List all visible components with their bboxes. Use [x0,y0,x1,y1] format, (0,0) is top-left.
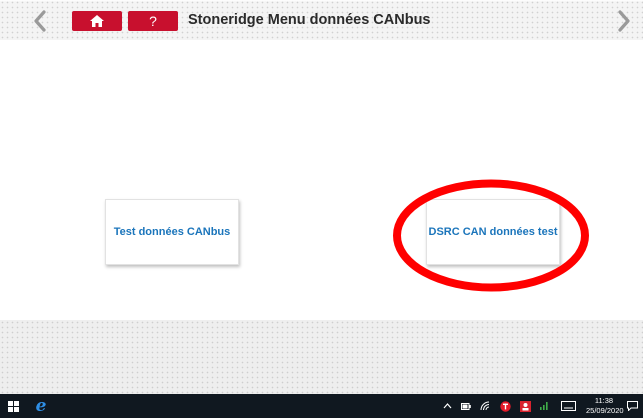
chevron-left-icon [34,10,46,32]
home-button[interactable] [72,11,122,31]
help-button[interactable]: ? [128,11,178,31]
windows-start-icon [7,400,19,412]
edge-browser-button[interactable]: e [28,394,54,418]
network-status[interactable] [537,394,551,418]
dsrc-can-data-test-button[interactable]: DSRC CAN données test [426,199,560,265]
keyboard-icon [560,401,576,411]
tray-app-red-person[interactable] [517,394,533,418]
back-arrow-button[interactable] [28,8,52,34]
tile-label: DSRC CAN données test [428,226,558,238]
tile-label: Test données CANbus [113,226,231,238]
header-bar: ? Stoneridge Menu données CANbus [0,0,643,40]
clock-time: 11:38 [594,396,614,405]
windows-taskbar: e 11:38 25/09/2020 [0,394,643,418]
footer-background [0,320,643,394]
content-area [0,40,643,320]
help-label: ? [149,13,157,29]
tablet-screen: ? Stoneridge Menu données CANbus Test do… [0,0,643,418]
wifi-status[interactable] [478,394,492,418]
app-red-person-icon [519,400,531,412]
wifi-icon [480,401,489,411]
home-icon [90,15,104,27]
touch-keyboard-button[interactable] [558,394,578,418]
forward-arrow-button[interactable] [612,8,636,34]
action-center-button[interactable] [624,394,640,418]
start-button[interactable] [2,394,24,418]
battery-status[interactable] [459,394,473,418]
notification-icon [626,401,638,411]
chevron-right-icon [618,10,630,32]
page-title: Stoneridge Menu données CANbus [188,12,431,28]
tray-app-red-t[interactable] [497,394,513,418]
app-red-t-icon [499,400,511,412]
show-hidden-icons-button[interactable] [440,394,454,418]
battery-icon [461,402,471,410]
app-window: ? Stoneridge Menu données CANbus Test do… [0,0,643,394]
clock-date: 25/09/2020 [586,406,624,415]
edge-browser-icon: e [35,396,47,416]
clock[interactable]: 11:38 25/09/2020 [586,396,624,416]
network-icon [540,402,548,410]
test-canbus-data-button[interactable]: Test données CANbus [105,199,239,265]
chevron-up-icon [443,403,451,409]
